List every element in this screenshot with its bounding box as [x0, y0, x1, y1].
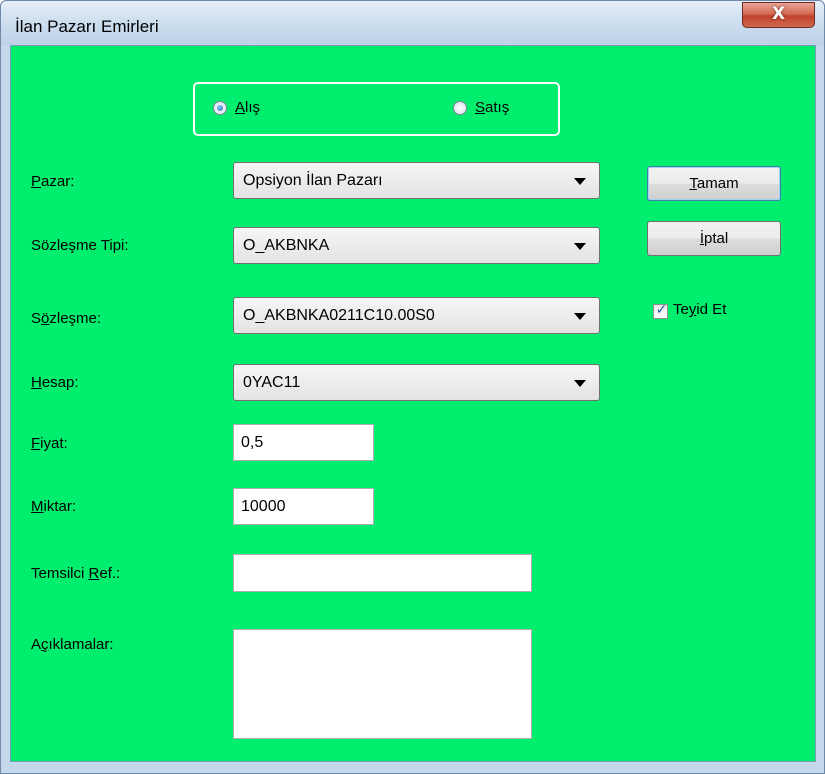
pazar-select[interactable]: Opsiyon İlan Pazarı — [233, 162, 600, 199]
close-button[interactable]: X — [742, 2, 815, 28]
sozlesme-tipi-select-value: O_AKBNKA — [243, 237, 330, 254]
chevron-down-icon — [574, 243, 586, 250]
fiyat-label: Fiyat: — [31, 435, 68, 452]
dialog-client-area: Alış Satış Pazar: Opsiyon İlan Pazarı Sö… — [10, 45, 816, 762]
aciklamalar-label: Açıklamalar: — [31, 636, 114, 653]
hesap-select-value: 0YAC11 — [243, 374, 301, 391]
tamam-button[interactable]: Tamam — [647, 166, 781, 201]
hesap-select[interactable]: 0YAC11 — [233, 364, 600, 401]
side-radio-group: Alış Satış — [193, 82, 560, 136]
window-title: İlan Pazarı Emirleri — [15, 17, 159, 36]
temsilci-ref-input[interactable] — [233, 554, 532, 592]
sozlesme-tipi-select[interactable]: O_AKBNKA — [233, 227, 600, 264]
miktar-input[interactable] — [233, 488, 374, 525]
chevron-down-icon — [574, 178, 586, 185]
iptal-button[interactable]: İptal — [647, 221, 781, 256]
buy-radio[interactable] — [213, 101, 227, 115]
order-dialog-window: İlan Pazarı Emirleri X Alış Satış Pazar:… — [0, 0, 825, 774]
sozlesme-label: Sözleşme: — [31, 310, 102, 327]
teyid-et-label[interactable]: Teyid Et — [673, 301, 726, 318]
close-icon: X — [771, 4, 786, 24]
sell-radio-label[interactable]: Satış — [475, 99, 509, 116]
fiyat-input[interactable] — [233, 424, 374, 461]
title-bar[interactable]: İlan Pazarı Emirleri X — [1, 1, 824, 45]
sozlesme-select-value: O_AKBNKA0211C10.00S0 — [243, 307, 435, 324]
hesap-label: Hesap: — [31, 374, 79, 391]
pazar-select-value: Opsiyon İlan Pazarı — [243, 172, 383, 189]
sozlesme-select[interactable]: O_AKBNKA0211C10.00S0 — [233, 297, 600, 334]
chevron-down-icon — [574, 380, 586, 387]
temsilci-ref-label: Temsilci Ref.: — [31, 565, 121, 582]
sell-radio[interactable] — [453, 101, 467, 115]
miktar-label: Miktar: — [31, 498, 77, 515]
sozlesme-tipi-label: Sözleşme Tipi: — [31, 237, 129, 254]
aciklamalar-textarea[interactable] — [233, 629, 532, 739]
chevron-down-icon — [574, 313, 586, 320]
buy-radio-label[interactable]: Alış — [235, 99, 260, 116]
pazar-label: Pazar: — [31, 173, 75, 190]
teyid-et-checkbox[interactable]: ✓ — [653, 302, 668, 319]
checkmark-icon: ✓ — [655, 302, 668, 318]
